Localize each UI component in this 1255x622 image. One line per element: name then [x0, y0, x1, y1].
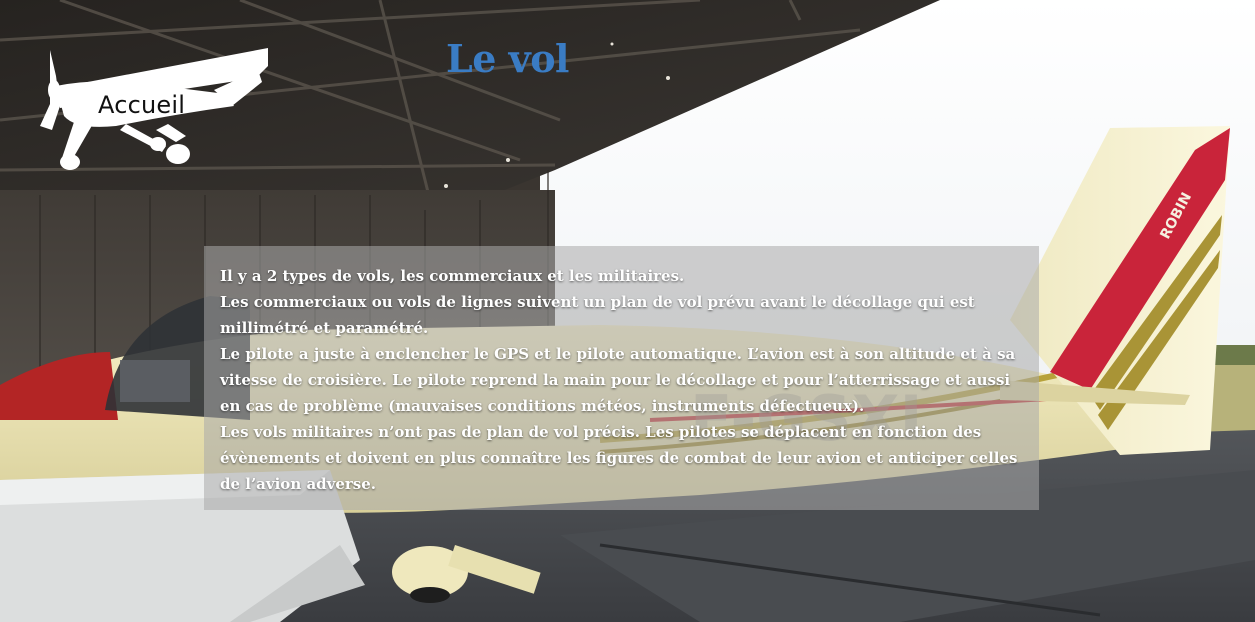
page-title: Le vol: [446, 36, 570, 81]
home-logo-link[interactable]: Accueil: [36, 46, 272, 174]
paragraph: Il y a 2 types de vols, les commerciaux …: [220, 267, 685, 285]
paragraph: Les commerciaux ou vols de lignes suiven…: [220, 293, 975, 337]
home-link-label: Accueil: [98, 91, 186, 119]
content-panel: Il y a 2 types de vols, les commerciaux …: [204, 246, 1039, 510]
paragraph: Les vols militaires n’ont pas de plan de…: [220, 423, 1018, 493]
paragraph: Le pilote a juste à enclencher le GPS et…: [220, 345, 1016, 415]
